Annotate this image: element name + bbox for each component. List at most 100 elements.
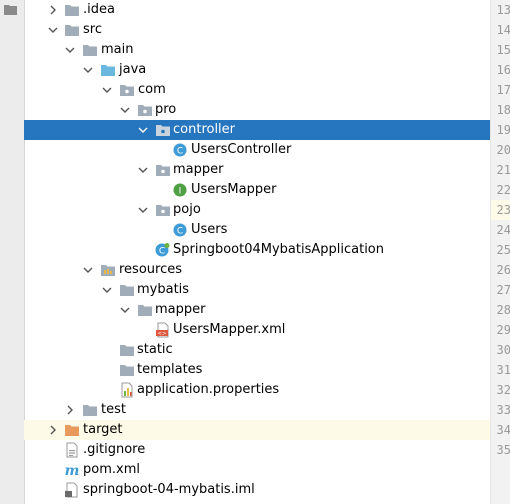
tree-item-com[interactable]: com xyxy=(24,80,490,100)
maven-icon: m xyxy=(65,463,80,478)
package-icon xyxy=(156,165,170,176)
tree-item-templates[interactable]: templates xyxy=(24,360,490,380)
spring-boot-class-icon: C xyxy=(155,243,170,257)
chevron-down-icon[interactable] xyxy=(47,24,59,36)
tree-item-label: UsersMapper.xml xyxy=(173,322,286,337)
chevron-down-icon[interactable] xyxy=(82,64,94,76)
package-icon xyxy=(156,205,170,216)
package-icon xyxy=(138,105,152,116)
tree-item-label: mapper xyxy=(155,302,206,317)
line-number: 27 xyxy=(496,283,510,297)
chevron-down-icon[interactable] xyxy=(101,84,113,96)
chevron-right-icon[interactable] xyxy=(47,4,59,16)
tree-item-label: static xyxy=(137,342,173,357)
tree-item-label: test xyxy=(101,402,126,417)
tree-item-gitignore[interactable]: .gitignore xyxy=(24,440,490,460)
tree-item-target[interactable]: target xyxy=(24,420,490,440)
tree-item-label: main xyxy=(101,42,134,57)
tree-item-label: pro xyxy=(155,102,177,117)
tree-item-label: src xyxy=(83,22,102,37)
tree-item-users-mapper[interactable]: I UsersMapper xyxy=(24,180,490,200)
tree-item-label: controller xyxy=(173,122,236,137)
editor-line-gutter: 13 14 15 16 17 18 19 20 21 22 23 24 25 2… xyxy=(490,0,510,504)
line-number: 30 xyxy=(496,343,510,357)
tree-item-label: UsersMapper xyxy=(191,182,277,197)
current-line-number: 23 xyxy=(491,200,510,220)
tree-item-label: mybatis xyxy=(137,282,190,297)
line-number: 24 xyxy=(496,223,510,237)
line-number: 22 xyxy=(496,183,510,197)
line-number: 25 xyxy=(496,243,510,257)
chevron-down-icon[interactable] xyxy=(101,284,113,296)
line-number: 34 xyxy=(496,423,510,437)
tree-item-label: templates xyxy=(137,362,203,377)
folder-icon xyxy=(83,45,97,56)
line-number: 21 xyxy=(496,163,510,177)
tree-item-mapper[interactable]: mapper xyxy=(24,160,490,180)
tree-item-users-mapper-xml[interactable]: <> UsersMapper.xml xyxy=(24,320,490,340)
class-icon: C xyxy=(173,223,187,237)
folder-icon xyxy=(120,365,134,376)
folder-icon xyxy=(120,285,134,296)
line-number: 19 xyxy=(496,123,510,137)
source-folder-icon xyxy=(101,65,115,76)
chevron-down-icon[interactable] xyxy=(64,44,76,56)
tree-item-label: Users xyxy=(191,222,228,237)
tree-item-pro[interactable]: pro xyxy=(24,100,490,120)
tree-item-static[interactable]: static xyxy=(24,340,490,360)
tree-item-idea[interactable]: .idea xyxy=(24,0,490,20)
resources-folder-icon xyxy=(101,265,115,276)
line-number: 31 xyxy=(496,363,510,377)
tree-item-java[interactable]: java xyxy=(24,60,490,80)
tree-item-label: pom.xml xyxy=(83,462,140,477)
gitignore-file-icon xyxy=(66,442,78,458)
xml-file-icon: <> xyxy=(156,322,169,338)
line-number: 20 xyxy=(496,143,510,157)
tree-item-mybatis-mapper[interactable]: mapper xyxy=(24,300,490,320)
chevron-down-icon[interactable] xyxy=(119,104,131,116)
tree-item-mybatis[interactable]: mybatis xyxy=(24,280,490,300)
folder-icon xyxy=(138,305,152,316)
tree-item-resources[interactable]: resources xyxy=(24,260,490,280)
line-number: 17 xyxy=(496,83,510,97)
folder-icon[interactable] xyxy=(4,4,17,15)
tree-item-users[interactable]: C Users xyxy=(24,220,490,240)
project-tree: .idea src main java com pro controller C xyxy=(24,0,490,504)
tree-item-label: Springboot04MybatisApplication xyxy=(173,242,384,257)
tree-item-label: resources xyxy=(119,262,183,277)
tree-item-pom[interactable]: m pom.xml xyxy=(24,460,490,480)
tree-item-users-controller[interactable]: C UsersController xyxy=(24,140,490,160)
chevron-right-icon[interactable] xyxy=(47,424,59,436)
tree-item-label: target xyxy=(83,422,123,437)
chevron-down-icon[interactable] xyxy=(137,204,149,216)
svg-text:C: C xyxy=(177,147,183,157)
folder-icon xyxy=(65,5,79,16)
line-number: 15 xyxy=(496,43,510,57)
class-icon: C xyxy=(173,143,187,157)
tree-item-label: pojo xyxy=(173,202,201,217)
folder-icon xyxy=(120,345,134,356)
line-number: 14 xyxy=(496,23,510,37)
tree-item-iml[interactable]: springboot-04-mybatis.iml xyxy=(24,480,490,500)
line-number: 33 xyxy=(496,403,510,417)
tree-item-application-class[interactable]: C Springboot04MybatisApplication xyxy=(24,240,490,260)
svg-text:<>: <> xyxy=(157,331,167,337)
line-number: 18 xyxy=(496,103,510,117)
tree-item-controller[interactable]: controller xyxy=(24,120,490,140)
tree-item-src[interactable]: src xyxy=(24,20,490,40)
svg-text:C: C xyxy=(159,247,165,257)
tree-item-test[interactable]: test xyxy=(24,400,490,420)
tree-item-main[interactable]: main xyxy=(24,40,490,60)
chevron-down-icon[interactable] xyxy=(137,164,149,176)
chevron-right-icon[interactable] xyxy=(64,404,76,416)
chevron-down-icon[interactable] xyxy=(82,264,94,276)
line-number: 16 xyxy=(496,63,510,77)
svg-text:I: I xyxy=(179,187,182,197)
line-number: 35 xyxy=(496,443,510,457)
tree-item-application-properties[interactable]: application.properties xyxy=(24,380,490,400)
svg-text:C: C xyxy=(177,227,183,237)
tree-item-label: .gitignore xyxy=(83,442,146,457)
chevron-down-icon[interactable] xyxy=(119,304,131,316)
chevron-down-icon[interactable] xyxy=(137,124,149,136)
tree-item-pojo[interactable]: pojo xyxy=(24,200,490,220)
